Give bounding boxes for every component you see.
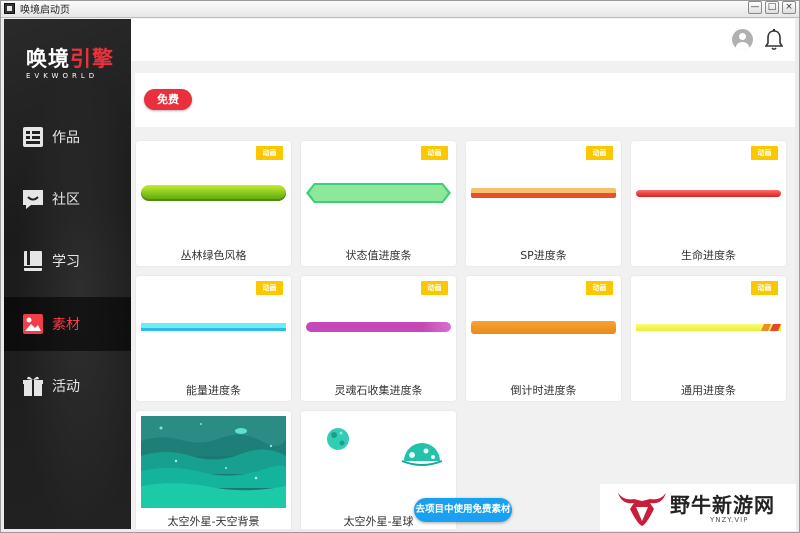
animation-badge: 动画 (421, 281, 448, 295)
life-bar-preview (636, 190, 781, 197)
logo-cn-red: 引擎 (70, 47, 114, 71)
minimize-button[interactable]: — (748, 1, 762, 14)
animation-badge: 动画 (586, 281, 613, 295)
sidebar-item-assets[interactable]: 素材 (4, 297, 131, 351)
sidebar-item-label: 学习 (52, 254, 80, 270)
card-label: 状态值进度条 (345, 249, 412, 262)
logo-en: EVKWORLD (26, 72, 99, 80)
sidebar-item-label: 社区 (52, 192, 80, 208)
window-frame-right (795, 19, 800, 533)
window-controls: — □ × (748, 1, 796, 14)
asset-card-jungle[interactable]: 动画 丛林绿色风格 (136, 141, 291, 266)
asset-card-sp-bar[interactable]: 动画 SP进度条 (466, 141, 621, 266)
logo-cn-white: 唤境 (26, 47, 70, 71)
energy-bar-preview (141, 323, 286, 331)
animation-badge: 动画 (586, 146, 613, 160)
sidebar-item-community[interactable]: 社区 (4, 172, 131, 226)
maximize-button[interactable]: □ (765, 1, 779, 14)
card-label: 丛林绿色风格 (180, 249, 247, 262)
general-bar-preview (636, 324, 781, 331)
animation-badge: 动画 (751, 281, 778, 295)
app-icon (4, 3, 15, 14)
watermark: 野牛新游网 YNZY.VIP (600, 484, 796, 531)
sp-bar-preview (471, 188, 616, 198)
sidebar-item-events[interactable]: 活动 (4, 359, 131, 413)
asset-card-general-bar[interactable]: 动画 通用进度条 (631, 276, 786, 401)
sidebar: 唤境引擎 EVKWORLD 作品 社区 学习 素材 活动 (4, 19, 131, 529)
countdown-bar-preview (471, 321, 616, 334)
window-title: 唤境启动页 (20, 5, 70, 16)
card-label: 能量进度条 (186, 384, 241, 397)
asset-card-soulstone-bar[interactable]: 动画 灵魂石收集进度条 (301, 276, 456, 401)
sidebar-item-learn[interactable]: 学习 (4, 234, 131, 288)
gift-icon (20, 373, 46, 399)
asset-card-life-bar[interactable]: 动画 生命进度条 (631, 141, 786, 266)
asset-card-countdown-bar[interactable]: 动画 倒计时进度条 (466, 276, 621, 401)
card-label: 通用进度条 (681, 384, 736, 397)
animation-badge: 动画 (421, 146, 448, 160)
community-icon (20, 186, 46, 212)
avatar-icon[interactable] (732, 29, 753, 50)
jungle-bar-preview (141, 185, 286, 201)
works-icon (20, 124, 46, 150)
state-bar-preview (306, 183, 451, 203)
sidebar-item-label: 素材 (52, 317, 80, 333)
asset-card-energy-bar[interactable]: 动画 能量进度条 (136, 276, 291, 401)
bell-icon[interactable] (764, 29, 784, 51)
card-label: 灵魂石收集进度条 (334, 384, 423, 397)
learn-icon (20, 248, 46, 274)
main-content: 免费 动画 丛林绿色风格 动画 状态值进度条 动画 SP进度条 动画 生命进度条 (131, 19, 795, 529)
animation-badge: 动画 (751, 146, 778, 160)
sidebar-item-label: 作品 (52, 130, 80, 146)
animation-badge: 动画 (256, 146, 283, 160)
bull-logo-icon (616, 489, 668, 530)
space-sky-preview (141, 416, 286, 508)
soulstone-bar-preview (306, 322, 451, 332)
window-titlebar: 唤境启动页 — □ × (0, 0, 800, 18)
card-label: SP进度条 (520, 249, 567, 262)
watermark-text: 野牛新游网 (670, 493, 775, 517)
filter-bar: 免费 (135, 73, 795, 127)
free-filter-tag[interactable]: 免费 (144, 89, 192, 110)
sidebar-item-label: 活动 (52, 379, 80, 395)
asset-card-space-sky[interactable]: 太空外星-天空背景 (136, 411, 291, 529)
card-label: 倒计时进度条 (510, 384, 577, 397)
watermark-url: YNZY.VIP (710, 516, 749, 524)
top-bar (131, 19, 795, 61)
card-label: 生命进度条 (681, 249, 736, 262)
assets-icon (20, 311, 46, 337)
close-button[interactable]: × (782, 1, 796, 14)
card-label: 太空外星-天空背景 (167, 515, 260, 528)
logo-cn: 唤境引擎 (26, 47, 116, 71)
logo: 唤境引擎 EVKWORLD (26, 47, 116, 87)
use-free-assets-button[interactable]: 去项目中使用免费素材 (414, 498, 512, 522)
animation-badge: 动画 (256, 281, 283, 295)
asset-card-state-bar[interactable]: 动画 状态值进度条 (301, 141, 456, 266)
sidebar-item-works[interactable]: 作品 (4, 110, 131, 164)
space-planet-preview (306, 419, 451, 479)
